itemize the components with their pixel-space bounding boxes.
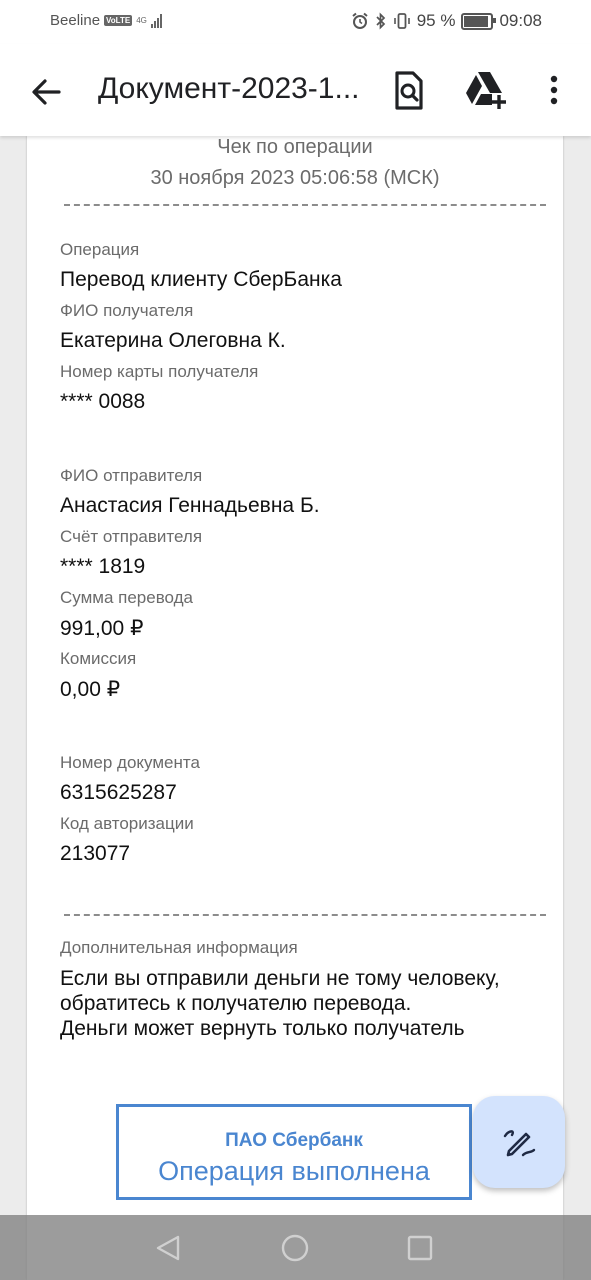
field-value-recipient-name: Екатерина Олеговна К. xyxy=(60,329,286,352)
alarm-icon xyxy=(352,12,368,29)
field-value-recipient-card: **** 0088 xyxy=(60,390,146,413)
volte-badge: VoLTE xyxy=(104,15,133,26)
document-search-icon xyxy=(395,71,423,110)
field-value-amount: 991,00 ₽ xyxy=(60,617,144,640)
add-to-drive-button[interactable] xyxy=(464,70,508,110)
nav-recents-icon xyxy=(407,1235,433,1261)
field-value-document-number: 6315625287 xyxy=(60,781,177,804)
stamp-bank-name: ПАО Сбербанк xyxy=(225,1130,363,1151)
status-bar-right: 95 % 09:08 xyxy=(351,11,542,31)
field-label-recipient-name: ФИО получателя xyxy=(60,301,194,320)
field-value-auth-code: 213077 xyxy=(60,842,131,865)
additional-info-line: Если вы отправили деньги не тому человек… xyxy=(60,967,500,990)
status-bar: Beeline VoLTE 4G 95 % 09:08 xyxy=(0,0,591,44)
field-label-amount: Сумма перевода xyxy=(60,588,194,607)
stamp-status: Операция выполнена xyxy=(158,1156,430,1186)
nav-home-button[interactable] xyxy=(279,1232,311,1264)
additional-info-text: Если вы отправили деньги не тому человек… xyxy=(60,966,540,1041)
bank-stamp: ПАО Сбербанк Операция выполнена xyxy=(116,1104,472,1200)
network-type: 4G xyxy=(136,15,147,25)
back-button[interactable] xyxy=(26,72,66,112)
field-value-sender-name: Анастасия Геннадьевна Б. xyxy=(60,494,320,517)
additional-info-line: обратитесь к получателю перевода. xyxy=(60,992,412,1015)
field-value-sender-account: **** 1819 xyxy=(60,555,146,578)
field-label-commission: Комиссия xyxy=(60,649,137,668)
document-title: Документ-2023-1... xyxy=(98,72,360,105)
system-nav-bar xyxy=(0,1215,591,1280)
carrier-name: Beeline xyxy=(50,12,101,29)
dashed-divider xyxy=(64,204,546,206)
annotate-button[interactable] xyxy=(473,1096,565,1188)
dashed-divider xyxy=(64,914,546,916)
field-label-sender-name: ФИО отправителя xyxy=(60,466,203,485)
field-value-operation: Перевод клиенту СберБанка xyxy=(60,268,342,291)
additional-info-label: Дополнительная информация xyxy=(60,938,298,957)
receipt-heading: Чек по операции xyxy=(217,136,373,158)
receipt-datetime: 30 ноября 2023 05:06:58 (МСК) xyxy=(150,167,440,189)
find-in-document-button[interactable] xyxy=(388,70,428,112)
field-label-document-number: Номер документа xyxy=(60,753,200,772)
additional-info-line: Деньги может вернуть только получатель xyxy=(60,1017,465,1040)
battery-icon xyxy=(461,12,497,30)
more-vert-icon xyxy=(550,75,558,105)
nav-home-icon xyxy=(281,1234,309,1262)
vibrate-icon xyxy=(393,13,410,29)
drive-add-icon xyxy=(466,72,506,109)
field-label-operation: Операция xyxy=(60,240,140,259)
clock: 09:08 xyxy=(499,11,542,30)
arrow-left-icon xyxy=(32,79,61,105)
signal-icon xyxy=(150,13,162,28)
field-label-sender-account: Счёт отправителя xyxy=(60,527,203,546)
field-label-recipient-card: Номер карты получателя xyxy=(60,362,259,381)
status-bar-left: Beeline VoLTE 4G xyxy=(50,12,162,29)
battery-percent: 95 % xyxy=(416,11,456,30)
app-bar: Документ-2023-1... xyxy=(0,44,591,136)
nav-back-icon xyxy=(156,1235,180,1261)
bluetooth-icon xyxy=(376,12,385,30)
more-options-button[interactable] xyxy=(540,70,568,110)
nav-back-button[interactable] xyxy=(153,1232,185,1264)
pen-annotate-icon xyxy=(503,1130,536,1157)
field-value-commission: 0,00 ₽ xyxy=(60,678,121,701)
nav-recents-button[interactable] xyxy=(404,1232,436,1264)
field-label-auth-code: Код авторизации xyxy=(60,814,194,833)
